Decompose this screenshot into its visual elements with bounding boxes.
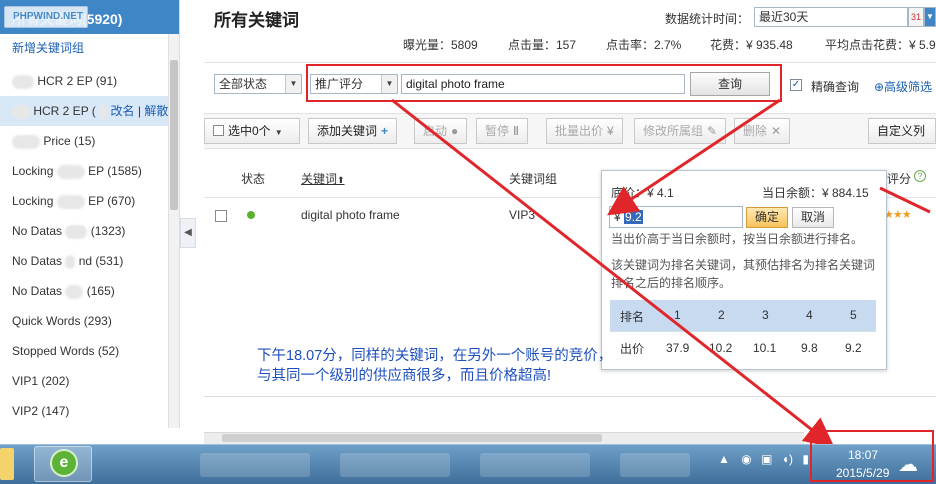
arrow-to-bid (607, 98, 781, 216)
highlight-box (810, 430, 934, 482)
taskbar-app-button[interactable] (340, 453, 450, 477)
arrow-stub (879, 186, 931, 214)
taskbar-app-button[interactable] (200, 453, 310, 477)
system-tray[interactable]: ▲ ◉ ▣ ◖) ▮ (718, 452, 809, 466)
security-icon[interactable]: ▣ (761, 452, 772, 466)
taskbar-app-button[interactable] (620, 453, 690, 477)
qq-icon[interactable]: ◉ (741, 452, 751, 466)
network-icon[interactable]: ▮ (802, 452, 809, 466)
volume-icon[interactable]: ◖) (782, 452, 793, 466)
chevron-up-icon[interactable]: ▲ (718, 452, 730, 466)
arrow-to-clock (391, 98, 835, 448)
browser-icon: e (50, 449, 78, 477)
annotation-arrows (391, 98, 931, 448)
folder-icon[interactable] (0, 448, 14, 480)
taskbar-app-button[interactable] (480, 453, 590, 477)
